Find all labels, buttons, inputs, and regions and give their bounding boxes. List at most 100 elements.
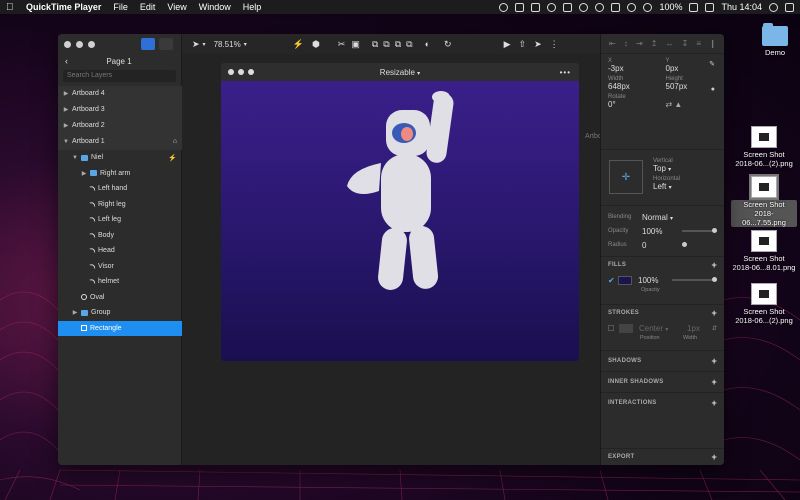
artboard-background[interactable] xyxy=(221,81,579,361)
zoom-button[interactable] xyxy=(88,41,95,48)
edit-icon[interactable]: ✎ xyxy=(709,60,715,68)
fill-color-swatch[interactable] xyxy=(618,275,632,285)
astronaut-illustration[interactable] xyxy=(221,81,579,361)
menu-app-name[interactable]: QuickTime Player xyxy=(26,2,101,12)
canvas[interactable]: Resizable ▾ ••• Artbo xyxy=(182,54,602,465)
radius-input[interactable]: 0 xyxy=(642,241,678,250)
desktop-folder-demo[interactable]: Demo xyxy=(742,23,800,57)
horizontal-select[interactable]: Left ▾ xyxy=(653,182,680,191)
layer-item[interactable]: Visor xyxy=(58,259,182,275)
creative-cloud-icon[interactable] xyxy=(547,2,557,12)
artboard-title[interactable]: Resizable ▾ xyxy=(221,68,579,77)
artboard-more-icon[interactable]: ••• xyxy=(560,68,571,77)
artboard-resizable[interactable]: Resizable ▾ ••• xyxy=(221,63,579,361)
boolean-difference-icon[interactable]: ⧉ xyxy=(406,39,412,50)
page-selector[interactable]: ‹ Page 1 xyxy=(58,54,182,68)
stepper-icon[interactable]: ⇵ xyxy=(712,325,717,332)
distribute-vertical-icon[interactable]: ❙ xyxy=(709,39,716,48)
desktop-file-1[interactable]: Screen Shot 2018-06...(2).png xyxy=(731,126,797,168)
width-field[interactable]: Width 648px xyxy=(608,76,660,91)
radius-slider[interactable] xyxy=(682,242,717,247)
align-bottom-icon[interactable]: ↧ xyxy=(682,39,689,48)
skype-icon[interactable] xyxy=(595,2,605,12)
layer-item[interactable]: Oval xyxy=(58,290,182,306)
wifi-icon[interactable] xyxy=(643,2,653,12)
menu-file[interactable]: File xyxy=(113,2,128,12)
scissors-icon[interactable]: ✂ xyxy=(338,39,346,50)
bolt-icon[interactable]: ⚡ xyxy=(168,154,177,162)
layer-item[interactable]: Left hand xyxy=(58,181,182,197)
add-interaction-icon[interactable]: + xyxy=(711,398,717,408)
caret-icon[interactable]: ▶ xyxy=(72,309,78,316)
layer-item[interactable]: Left leg xyxy=(58,212,182,228)
fill-opacity-slider[interactable] xyxy=(672,277,717,282)
home-icon[interactable]: ⌂ xyxy=(173,138,177,145)
boolean-subtract-icon[interactable]: ⧉ xyxy=(383,39,389,50)
more-vertical-icon[interactable]: ⋮ xyxy=(550,39,559,50)
mask-icon[interactable]: ◐ xyxy=(425,39,430,49)
fill-opacity-input[interactable]: 100% xyxy=(638,276,668,285)
opacity-slider[interactable] xyxy=(682,228,717,233)
dropbox-icon[interactable] xyxy=(515,2,525,12)
caret-icon[interactable]: ▶ xyxy=(63,122,69,129)
layer-item[interactable]: ▼ Artboard 1 ⌂ xyxy=(58,134,182,150)
fill-enabled-checkbox[interactable]: ✔ xyxy=(608,276,618,285)
layer-item[interactable]: ▶ Artboard 3 xyxy=(58,102,182,118)
add-fill-icon[interactable]: + xyxy=(711,260,717,270)
minimize-button[interactable] xyxy=(76,41,83,48)
align-center-icon[interactable]: ↕ xyxy=(624,39,628,48)
search-layers-input[interactable]: Search Layers xyxy=(63,70,176,82)
menu-edit[interactable]: Edit xyxy=(140,2,156,12)
lock-icon[interactable]: ● xyxy=(711,86,715,93)
bluetooth-icon[interactable] xyxy=(611,2,621,12)
chevron-down-icon[interactable]: ▾ xyxy=(203,41,206,48)
library-tab-icon[interactable] xyxy=(159,38,173,50)
boolean-intersect-icon[interactable]: ⧉ xyxy=(395,39,401,50)
rotate-field[interactable]: Rotate 0° xyxy=(608,94,660,109)
component-icon[interactable]: ⬢ xyxy=(312,39,320,50)
app-status-icon[interactable] xyxy=(563,2,573,12)
add-inner-shadow-icon[interactable]: + xyxy=(711,377,717,387)
menu-help[interactable]: Help xyxy=(243,2,262,12)
battery-label[interactable]: 100% xyxy=(659,2,682,12)
display-icon[interactable] xyxy=(705,2,715,12)
x-field[interactable]: X -3px xyxy=(608,58,660,73)
caret-icon[interactable]: ▶ xyxy=(63,90,69,97)
distribute-icon[interactable]: ≡ xyxy=(696,39,701,48)
menu-clock[interactable]: Thu 14:04 xyxy=(721,2,762,12)
vertical-select[interactable]: Top ▾ xyxy=(653,164,680,173)
menu-view[interactable]: View xyxy=(167,2,186,12)
apple-icon[interactable]:  xyxy=(6,2,16,13)
layer-item[interactable]: ▼ Niel ⚡ xyxy=(58,150,182,166)
close-button[interactable] xyxy=(64,41,71,48)
add-stroke-icon[interactable]: + xyxy=(711,308,717,318)
layer-item[interactable]: Body xyxy=(58,228,182,244)
layer-item[interactable]: ▶ Right arm xyxy=(58,166,182,182)
share-icon[interactable]: ⇧ xyxy=(519,39,527,50)
height-field[interactable]: Height 507px xyxy=(666,76,718,91)
flip-controls[interactable]: ⇄ ▲ xyxy=(666,94,718,109)
bolt-icon[interactable]: ⚡ xyxy=(293,39,304,50)
layer-item[interactable]: ▶ Artboard 4 xyxy=(58,86,182,102)
caret-icon[interactable]: ▼ xyxy=(72,155,78,161)
desktop-file-2[interactable]: Screen Shot 2018-06...7.55.png xyxy=(731,174,797,227)
caret-icon[interactable]: ▶ xyxy=(81,170,87,177)
layer-item[interactable]: ▶ Artboard 2 xyxy=(58,118,182,134)
rotate-icon[interactable]: ↻ xyxy=(444,39,452,50)
align-middle-icon[interactable]: ↔ xyxy=(666,39,674,48)
align-left-icon[interactable]: ⇤ xyxy=(609,39,616,48)
blending-select[interactable]: Normal ▾ xyxy=(642,213,673,222)
add-export-icon[interactable]: + xyxy=(711,452,717,462)
time-machine-icon[interactable] xyxy=(627,2,637,12)
notification-center-icon[interactable] xyxy=(785,2,794,12)
menu-window[interactable]: Window xyxy=(199,2,231,12)
layer-item[interactable]: Right leg xyxy=(58,197,182,213)
pointer-tool-icon[interactable]: ➤ xyxy=(192,39,200,50)
align-top-icon[interactable]: ↥ xyxy=(651,39,658,48)
caret-icon[interactable]: ▼ xyxy=(63,139,69,145)
layer-item[interactable]: Rectangle xyxy=(58,320,182,336)
align-right-icon[interactable]: ⇥ xyxy=(636,39,643,48)
stroke-width-input[interactable]: 1px xyxy=(687,324,700,333)
zoom-level[interactable]: 78.51% xyxy=(214,40,241,49)
boolean-union-icon[interactable]: ⧉ xyxy=(372,39,378,50)
